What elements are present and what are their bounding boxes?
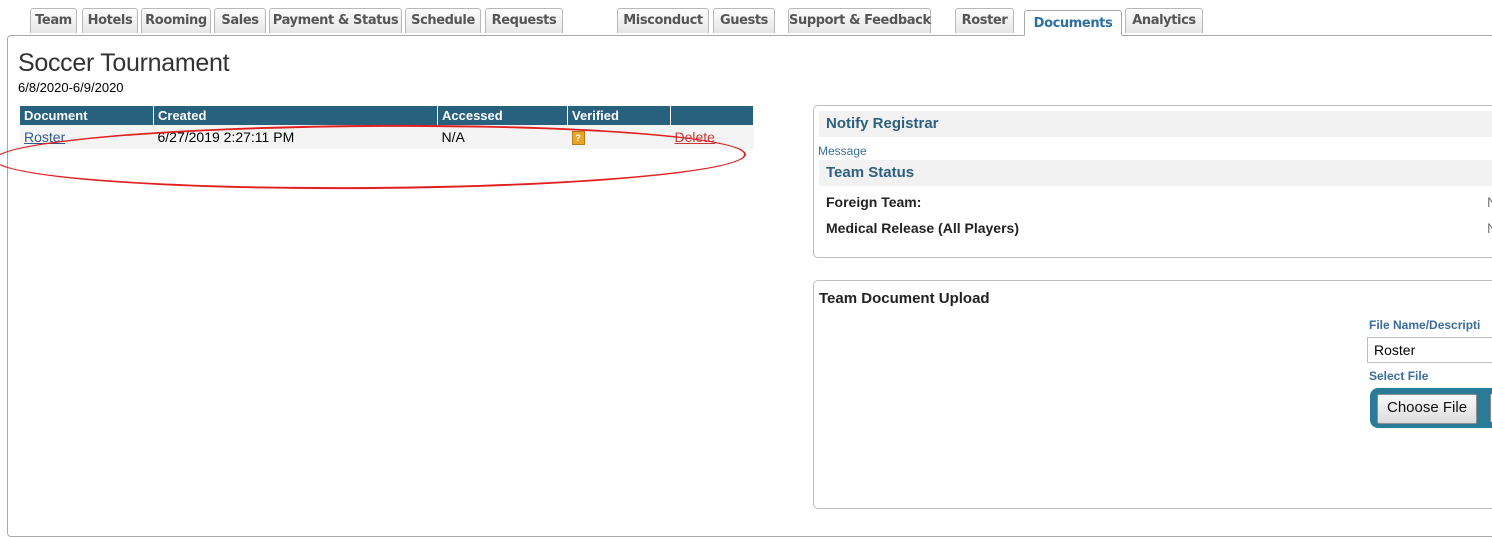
tab-roster[interactable]: Roster [955, 8, 1014, 33]
documents-table: Document Created Accessed Verified Roste… [20, 106, 754, 149]
document-cell: Roster [20, 125, 154, 149]
tab-team[interactable]: Team [30, 8, 77, 33]
question-flag-icon[interactable]: ? [571, 131, 585, 146]
column-header-verified[interactable]: Verified [567, 106, 671, 125]
select-file-label: Select File [1369, 369, 1429, 383]
tab-requests[interactable]: Requests [485, 8, 563, 33]
event-date-range: 6/8/2020-6/9/2020 [18, 80, 124, 95]
tab-payment-status[interactable]: Payment & Status [269, 8, 402, 33]
file-name-input[interactable] [1367, 337, 1492, 363]
table-row: Roster 6/27/2019 2:27:11 PM N/A ? Delete [20, 125, 754, 149]
file-name-label: File Name/Descripti [1369, 318, 1481, 332]
column-header-actions [670, 106, 754, 125]
column-header-accessed[interactable]: Accessed [437, 106, 568, 125]
tab-documents[interactable]: Documents [1024, 10, 1122, 36]
verified-cell: ? [567, 125, 671, 149]
tab-support-feedback[interactable]: Support & Feedback [788, 8, 931, 33]
message-label[interactable]: Message [818, 144, 867, 158]
upload-title: Team Document Upload [819, 290, 990, 307]
notify-registrar-header: Notify Registrar [819, 111, 1492, 137]
team-status-header: Team Status [819, 160, 1492, 186]
foreign-team-label: Foreign Team: [826, 194, 922, 210]
tab-schedule[interactable]: Schedule [405, 8, 481, 33]
created-cell: 6/27/2019 2:27:11 PM [153, 125, 438, 149]
tab-hotels[interactable]: Hotels [82, 8, 138, 33]
document-link[interactable]: Roster [24, 129, 65, 145]
tab-analytics[interactable]: Analytics [1125, 8, 1203, 33]
team-document-upload-box: Team Document Upload File Name/Descripti… [813, 280, 1492, 509]
choose-file-button[interactable]: Choose File [1377, 394, 1478, 424]
delete-link[interactable]: Delete [675, 129, 715, 145]
file-picker: Choose File [1370, 388, 1492, 428]
tab-guests[interactable]: Guests [713, 8, 775, 33]
tab-misconduct[interactable]: Misconduct [617, 8, 709, 33]
column-header-created[interactable]: Created [153, 106, 438, 125]
table-header-row: Document Created Accessed Verified [20, 106, 754, 125]
accessed-cell: N/A [437, 125, 568, 149]
notify-registrar-box: Notify Registrar Message Team Status For… [813, 105, 1492, 258]
medical-release-label: Medical Release (All Players) [826, 220, 1019, 236]
medical-release-value: N [1487, 220, 1492, 236]
page-title: Soccer Tournament [18, 49, 230, 77]
action-cell: Delete [670, 125, 754, 149]
column-header-document[interactable]: Document [20, 106, 154, 125]
tab-rooming[interactable]: Rooming [141, 8, 211, 33]
foreign-team-value: N [1487, 194, 1492, 210]
tab-sales[interactable]: Sales [214, 8, 266, 33]
